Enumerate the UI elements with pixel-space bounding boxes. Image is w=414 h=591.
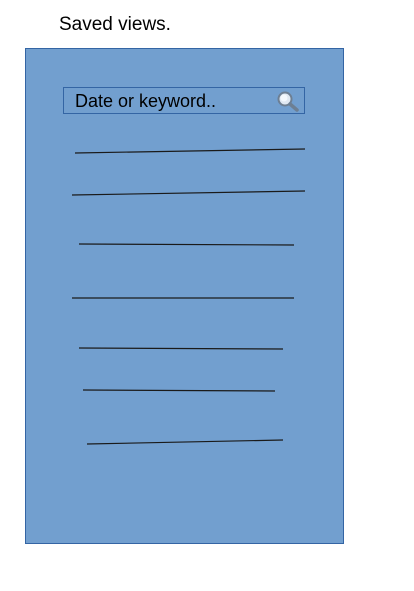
search-placeholder: Date or keyword.. [75,91,217,111]
saved-views-panel [25,48,344,544]
page-title: Saved views. [59,14,171,35]
search-icon[interactable] [276,90,300,112]
search-input[interactable]: Date or keyword.. [63,87,305,114]
